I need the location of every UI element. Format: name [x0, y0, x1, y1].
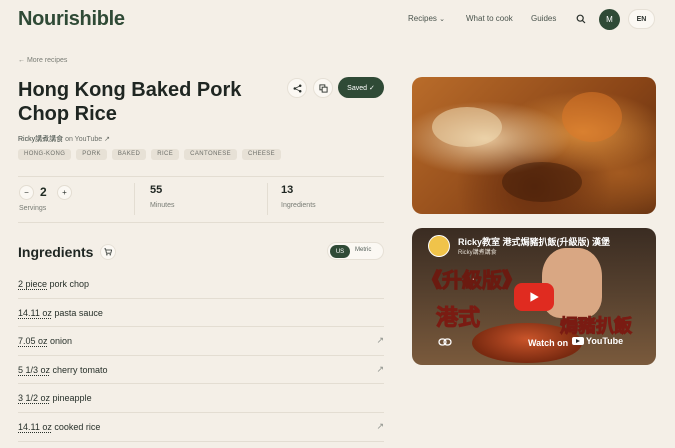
video-channel: Ricky講煮講食	[458, 250, 497, 256]
nav-recipes-label: Recipes	[408, 14, 437, 23]
ingredient-amount[interactable]: 7.05 oz	[18, 336, 48, 346]
share-button[interactable]	[287, 78, 307, 98]
ingredient-amount[interactable]: 3 1/2 oz	[18, 393, 50, 403]
ingredient-text: 14.11 oz pasta sauce	[18, 308, 103, 318]
servings-label: Servings	[19, 205, 47, 212]
minutes-value: 55	[150, 184, 163, 196]
nav-what-to-cook[interactable]: What to cook	[466, 14, 513, 23]
recipe-title: Hong Kong Baked Pork Chop Rice	[18, 79, 242, 125]
servings-value: 2	[40, 185, 47, 199]
tag[interactable]: CHEESE	[242, 149, 282, 160]
list-item: 3 1/2 oz pineapple	[18, 384, 384, 413]
watch-on-label[interactable]: Watch on	[528, 338, 568, 348]
external-link-icon[interactable]: ↗	[376, 421, 384, 432]
search-button[interactable]	[571, 9, 591, 29]
ingredient-amount[interactable]: 14.11 oz	[18, 422, 52, 432]
site-header: Nourishible Recipes ⌄ What to cook Guide…	[0, 0, 675, 40]
youtube-logo[interactable]: YouTube	[572, 336, 623, 346]
channel-avatar	[428, 235, 450, 257]
ingredients-count-value: 13	[281, 184, 294, 196]
divider	[267, 183, 268, 215]
back-to-recipes-link[interactable]: ← More recipes	[18, 57, 67, 64]
ingredient-text: 2 piece pork chop	[18, 279, 89, 289]
ingredient-text: 14.11 oz cooked rice	[18, 422, 100, 432]
ingredients-count-label: Ingredients	[281, 202, 316, 209]
recipe-stats: − 2 + Servings 55 Minutes 13 Ingredients	[18, 177, 384, 221]
ingredient-name: pineapple	[50, 393, 92, 404]
ingredient-name: cooked rice	[51, 421, 101, 432]
source-channel: Ricky講煮講食	[18, 136, 64, 143]
ingredient-name: pasta sauce	[51, 307, 103, 318]
decrease-servings-button[interactable]: −	[19, 185, 34, 200]
youtube-play-icon	[572, 337, 584, 345]
recipe-photo	[412, 77, 656, 214]
ingredients-heading: Ingredients	[18, 244, 94, 260]
copy-button[interactable]	[313, 78, 333, 98]
ingredient-name: onion	[47, 336, 73, 347]
ingredient-amount[interactable]: 14.11 oz	[18, 308, 52, 318]
video-overlay-text: 《升級版》	[422, 268, 523, 293]
tag[interactable]: HONG-KONG	[18, 149, 72, 160]
language-button[interactable]: EN	[628, 9, 655, 29]
unit-us-button[interactable]: US	[330, 245, 350, 258]
recipe-source[interactable]: Ricky講煮講食 on YouTube ↗	[18, 134, 110, 144]
photo-highlight	[562, 92, 622, 142]
share-icon	[293, 84, 301, 92]
tag-list: HONG-KONG PORK BAKED RICE CANTONESE CHEE…	[18, 149, 282, 160]
ingredient-list: 2 piece pork chop 14.11 oz pasta sauce 7…	[18, 270, 384, 442]
source-suffix: on YouTube ↗	[63, 136, 110, 143]
ingredient-text: 7.05 oz onion	[18, 336, 72, 346]
nav-guides[interactable]: Guides	[531, 14, 556, 23]
tag[interactable]: RICE	[151, 149, 180, 160]
unit-metric-button[interactable]: Metric	[355, 247, 371, 253]
ingredient-text: 5 1/3 oz cherry tomato	[18, 365, 108, 375]
video-embed[interactable]: Ricky教室 港式焗豬扒飯(升級版) 漢堡 Ricky講煮講食 《升級版》 港…	[412, 228, 656, 365]
ingredient-name: pork chop	[47, 279, 90, 289]
video-overlay-text: 港式	[435, 305, 481, 332]
list-item: 7.05 oz onion ↗	[18, 327, 384, 356]
play-icon	[530, 292, 539, 302]
tag[interactable]: PORK	[76, 149, 107, 160]
saved-button[interactable]: Saved ✓	[338, 77, 384, 98]
divider	[134, 183, 135, 215]
photo-shadow	[502, 162, 582, 202]
play-button[interactable]	[514, 283, 554, 311]
site-logo[interactable]: Nourishible	[18, 8, 125, 31]
list-item: 5 1/3 oz cherry tomato ↗	[18, 356, 384, 385]
ingredient-text: 3 1/2 oz pineapple	[18, 393, 92, 403]
cart-icon	[104, 248, 112, 256]
external-link-icon[interactable]: ↗	[376, 335, 384, 346]
external-link-icon[interactable]: ↗	[376, 364, 384, 375]
youtube-wordmark: YouTube	[586, 336, 624, 346]
photo-highlight	[432, 107, 502, 147]
nav-recipes[interactable]: Recipes ⌄	[408, 14, 445, 23]
ingredient-amount[interactable]: 5 1/3 oz	[18, 365, 50, 375]
list-item: 2 piece pork chop	[18, 270, 384, 299]
chevron-down-icon: ⌄	[439, 16, 446, 23]
divider	[18, 222, 384, 223]
tag[interactable]: CANTONESE	[184, 149, 238, 160]
ingredient-amount[interactable]: 2 piece	[18, 279, 47, 289]
link-icon[interactable]	[438, 337, 452, 347]
add-to-cart-button[interactable]	[100, 244, 116, 260]
video-overlay-text: 焗豬扒飯	[560, 316, 633, 338]
search-icon	[576, 14, 586, 24]
list-item: 14.11 oz pasta sauce	[18, 299, 384, 328]
avatar[interactable]: M	[599, 9, 620, 30]
list-item: 14.11 oz cooked rice ↗	[18, 413, 384, 442]
increase-servings-button[interactable]: +	[57, 185, 72, 200]
minutes-label: Minutes	[150, 202, 175, 209]
unit-toggle: US Metric	[327, 242, 384, 260]
tag[interactable]: BAKED	[111, 149, 147, 160]
copy-icon	[318, 83, 328, 93]
ingredient-name: cherry tomato	[50, 364, 108, 375]
